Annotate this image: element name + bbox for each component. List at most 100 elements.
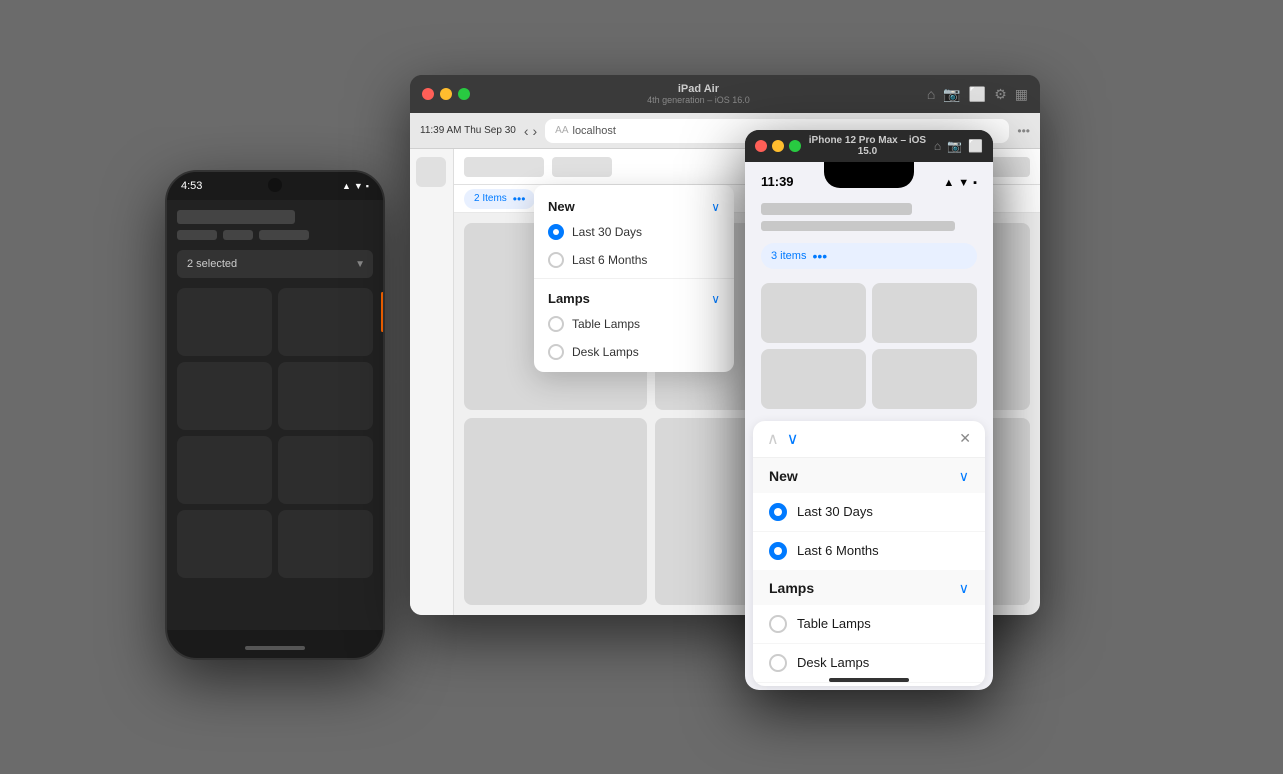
chevron-up-icon[interactable]: ∧: [767, 429, 779, 449]
iphone-grid-area: [745, 275, 993, 417]
android-select-label: 2 selected: [187, 258, 237, 270]
ipad-dd-table-radio: [548, 316, 564, 332]
iphone-dd-lamps-section: Lamps ∨ Table Lamps Desk Lamps Floor Lam…: [753, 570, 985, 686]
ipad-traffic-lights: [422, 88, 470, 100]
signal-icon: ▼: [958, 177, 969, 189]
iphone-grid-item: [872, 283, 977, 343]
chevron-down-icon: ∨: [711, 200, 720, 214]
android-grid-item: [278, 510, 373, 578]
minimize-button[interactable]: [440, 88, 452, 100]
iphone-titlebar: iPhone 12 Pro Max – iOS 15.0 ⌂ 📷 ⬜: [745, 130, 993, 162]
chevron-down-icon[interactable]: ∨: [787, 429, 799, 449]
iphone-dd-last30[interactable]: Last 30 Days: [753, 493, 985, 532]
maximize-button[interactable]: [458, 88, 470, 100]
iphone-notch: [824, 162, 914, 188]
iphone-title-area: iPhone 12 Pro Max – iOS 15.0: [807, 135, 928, 157]
ipad-dd-lamps-header[interactable]: Lamps ∨: [534, 283, 734, 310]
ipad-title-area: iPad Air 4th generation – iOS 16.0: [478, 83, 919, 105]
iphone-dd-last6-label: Last 6 Months: [797, 543, 879, 558]
android-header-bar: [177, 210, 295, 224]
ipad-dd-divider: [534, 278, 734, 279]
ipad-dd-last6[interactable]: Last 6 Months: [534, 246, 734, 274]
ipad-device-sub: 4th generation – iOS 16.0: [478, 95, 919, 105]
signal-icon: ▼: [354, 181, 363, 191]
iphone-filter-pill[interactable]: 3 items •••: [761, 243, 977, 269]
iphone-filter-bar: 3 items •••: [745, 237, 993, 275]
iphone-status-icons: ▲ ▼ ▪: [943, 177, 977, 189]
iphone-header-area: [745, 195, 993, 237]
iphone-close-button[interactable]: [755, 140, 767, 152]
ipad-dd-table-lamps[interactable]: Table Lamps: [534, 310, 734, 338]
iphone-dd-last6[interactable]: Last 6 Months: [753, 532, 985, 570]
iphone-maximize-button[interactable]: [789, 140, 801, 152]
home-icon[interactable]: ⌂: [927, 86, 935, 103]
ipad-dd-new-header[interactable]: New ∨: [534, 191, 734, 218]
android-content: 2 selected ▼: [167, 200, 383, 630]
iphone-traffic-lights: [755, 140, 801, 152]
android-subheader-1: [177, 230, 217, 240]
screenshot-icon[interactable]: 📷: [943, 86, 960, 103]
iphone-window: iPhone 12 Pro Max – iOS 15.0 ⌂ 📷 ⬜ 11:39…: [745, 130, 993, 690]
forward-button[interactable]: ›: [532, 123, 537, 139]
android-grid-item: [278, 362, 373, 430]
close-button[interactable]: [422, 88, 434, 100]
iphone-filter-dropdown: ∧ ∨ ✕ New ∨ Last 30 Days Last 6 Months: [753, 421, 985, 686]
iphone-screenshot-icon[interactable]: 📷: [947, 139, 962, 153]
folder-icon[interactable]: ⬜: [969, 86, 986, 103]
iphone-dd-desk-lamps[interactable]: Desk Lamps: [753, 644, 985, 683]
chevron-down-icon: ∨: [711, 292, 720, 306]
android-notch: [268, 178, 282, 192]
iphone-folder-icon[interactable]: ⬜: [968, 139, 983, 153]
ipad-dd-last30-label: Last 30 Days: [572, 225, 642, 239]
iphone-filter-more-icon: •••: [812, 248, 827, 264]
iphone-dd-nav-arrows: ∧ ∨: [767, 429, 798, 449]
ipad-titlebar: iPad Air 4th generation – iOS 16.0 ⌂ 📷 ⬜…: [410, 75, 1040, 113]
more-options-icon[interactable]: •••: [1017, 124, 1030, 138]
chevron-down-icon: ▼: [355, 259, 365, 270]
ipad-dd-last6-radio: [548, 252, 564, 268]
iphone-dd-floor-lamps[interactable]: Floor Lamps: [753, 683, 985, 686]
ipad-toolbar-item-2: [552, 157, 612, 177]
ipad-dd-desk-label: Desk Lamps: [572, 345, 639, 359]
ipad-dd-desk-radio: [548, 344, 564, 360]
iphone-grid-item: [761, 283, 866, 343]
iphone-filter-label: 3 items: [771, 250, 806, 262]
iphone-dd-lamps-header[interactable]: Lamps ∨: [753, 570, 985, 605]
aa-label: AA: [555, 125, 568, 136]
wifi-icon: ▲: [943, 177, 954, 189]
android-subheader-2: [223, 230, 253, 240]
ipad-dd-table-label: Table Lamps: [572, 317, 640, 331]
wifi-icon: ▲: [342, 181, 351, 191]
iphone-dd-table-lamps[interactable]: Table Lamps: [753, 605, 985, 644]
ipad-sidebar: [410, 149, 454, 615]
android-select-dropdown[interactable]: 2 selected ▼: [177, 250, 373, 278]
url-text: localhost: [573, 125, 616, 137]
chevron-down-icon: ∨: [959, 580, 969, 597]
iphone-dd-new-section: New ∨ Last 30 Days Last 6 Months: [753, 458, 985, 570]
display-icon[interactable]: ▦: [1015, 86, 1028, 103]
iphone-minimize-button[interactable]: [772, 140, 784, 152]
close-icon[interactable]: ✕: [959, 430, 971, 447]
settings-icon[interactable]: ⚙: [994, 86, 1007, 103]
chevron-down-icon: ∨: [959, 468, 969, 485]
android-subheader-3: [259, 230, 309, 240]
iphone-dd-new-header[interactable]: New ∨: [753, 458, 985, 493]
android-grid-item: [177, 362, 272, 430]
ipad-dd-last30[interactable]: Last 30 Days: [534, 218, 734, 246]
sidebar-panel-icon[interactable]: [416, 157, 446, 187]
iphone-screen: 11:39 ▲ ▼ ▪ 3 items •••: [745, 162, 993, 690]
android-grid-item: [177, 288, 272, 356]
back-button[interactable]: ‹: [524, 123, 529, 139]
iphone-home-icon[interactable]: ⌂: [934, 139, 941, 153]
battery-icon: ▪: [973, 177, 977, 189]
ipad-dd-desk-lamps[interactable]: Desk Lamps: [534, 338, 734, 366]
ipad-filter-pill[interactable]: 2 Items •••: [464, 189, 535, 209]
ipad-toolbar-icons: ⌂ 📷 ⬜ ⚙ ▦: [927, 86, 1028, 103]
iphone-dd-desk-radio: [769, 654, 787, 672]
iphone-header-line2: [761, 221, 955, 231]
ipad-toolbar-item-3: [990, 157, 1030, 177]
android-grid-item: [278, 288, 373, 356]
filter-pill-more-icon: •••: [513, 192, 526, 206]
iphone-dd-table-label: Table Lamps: [797, 616, 871, 631]
filter-pill-label: 2 Items: [474, 193, 507, 204]
